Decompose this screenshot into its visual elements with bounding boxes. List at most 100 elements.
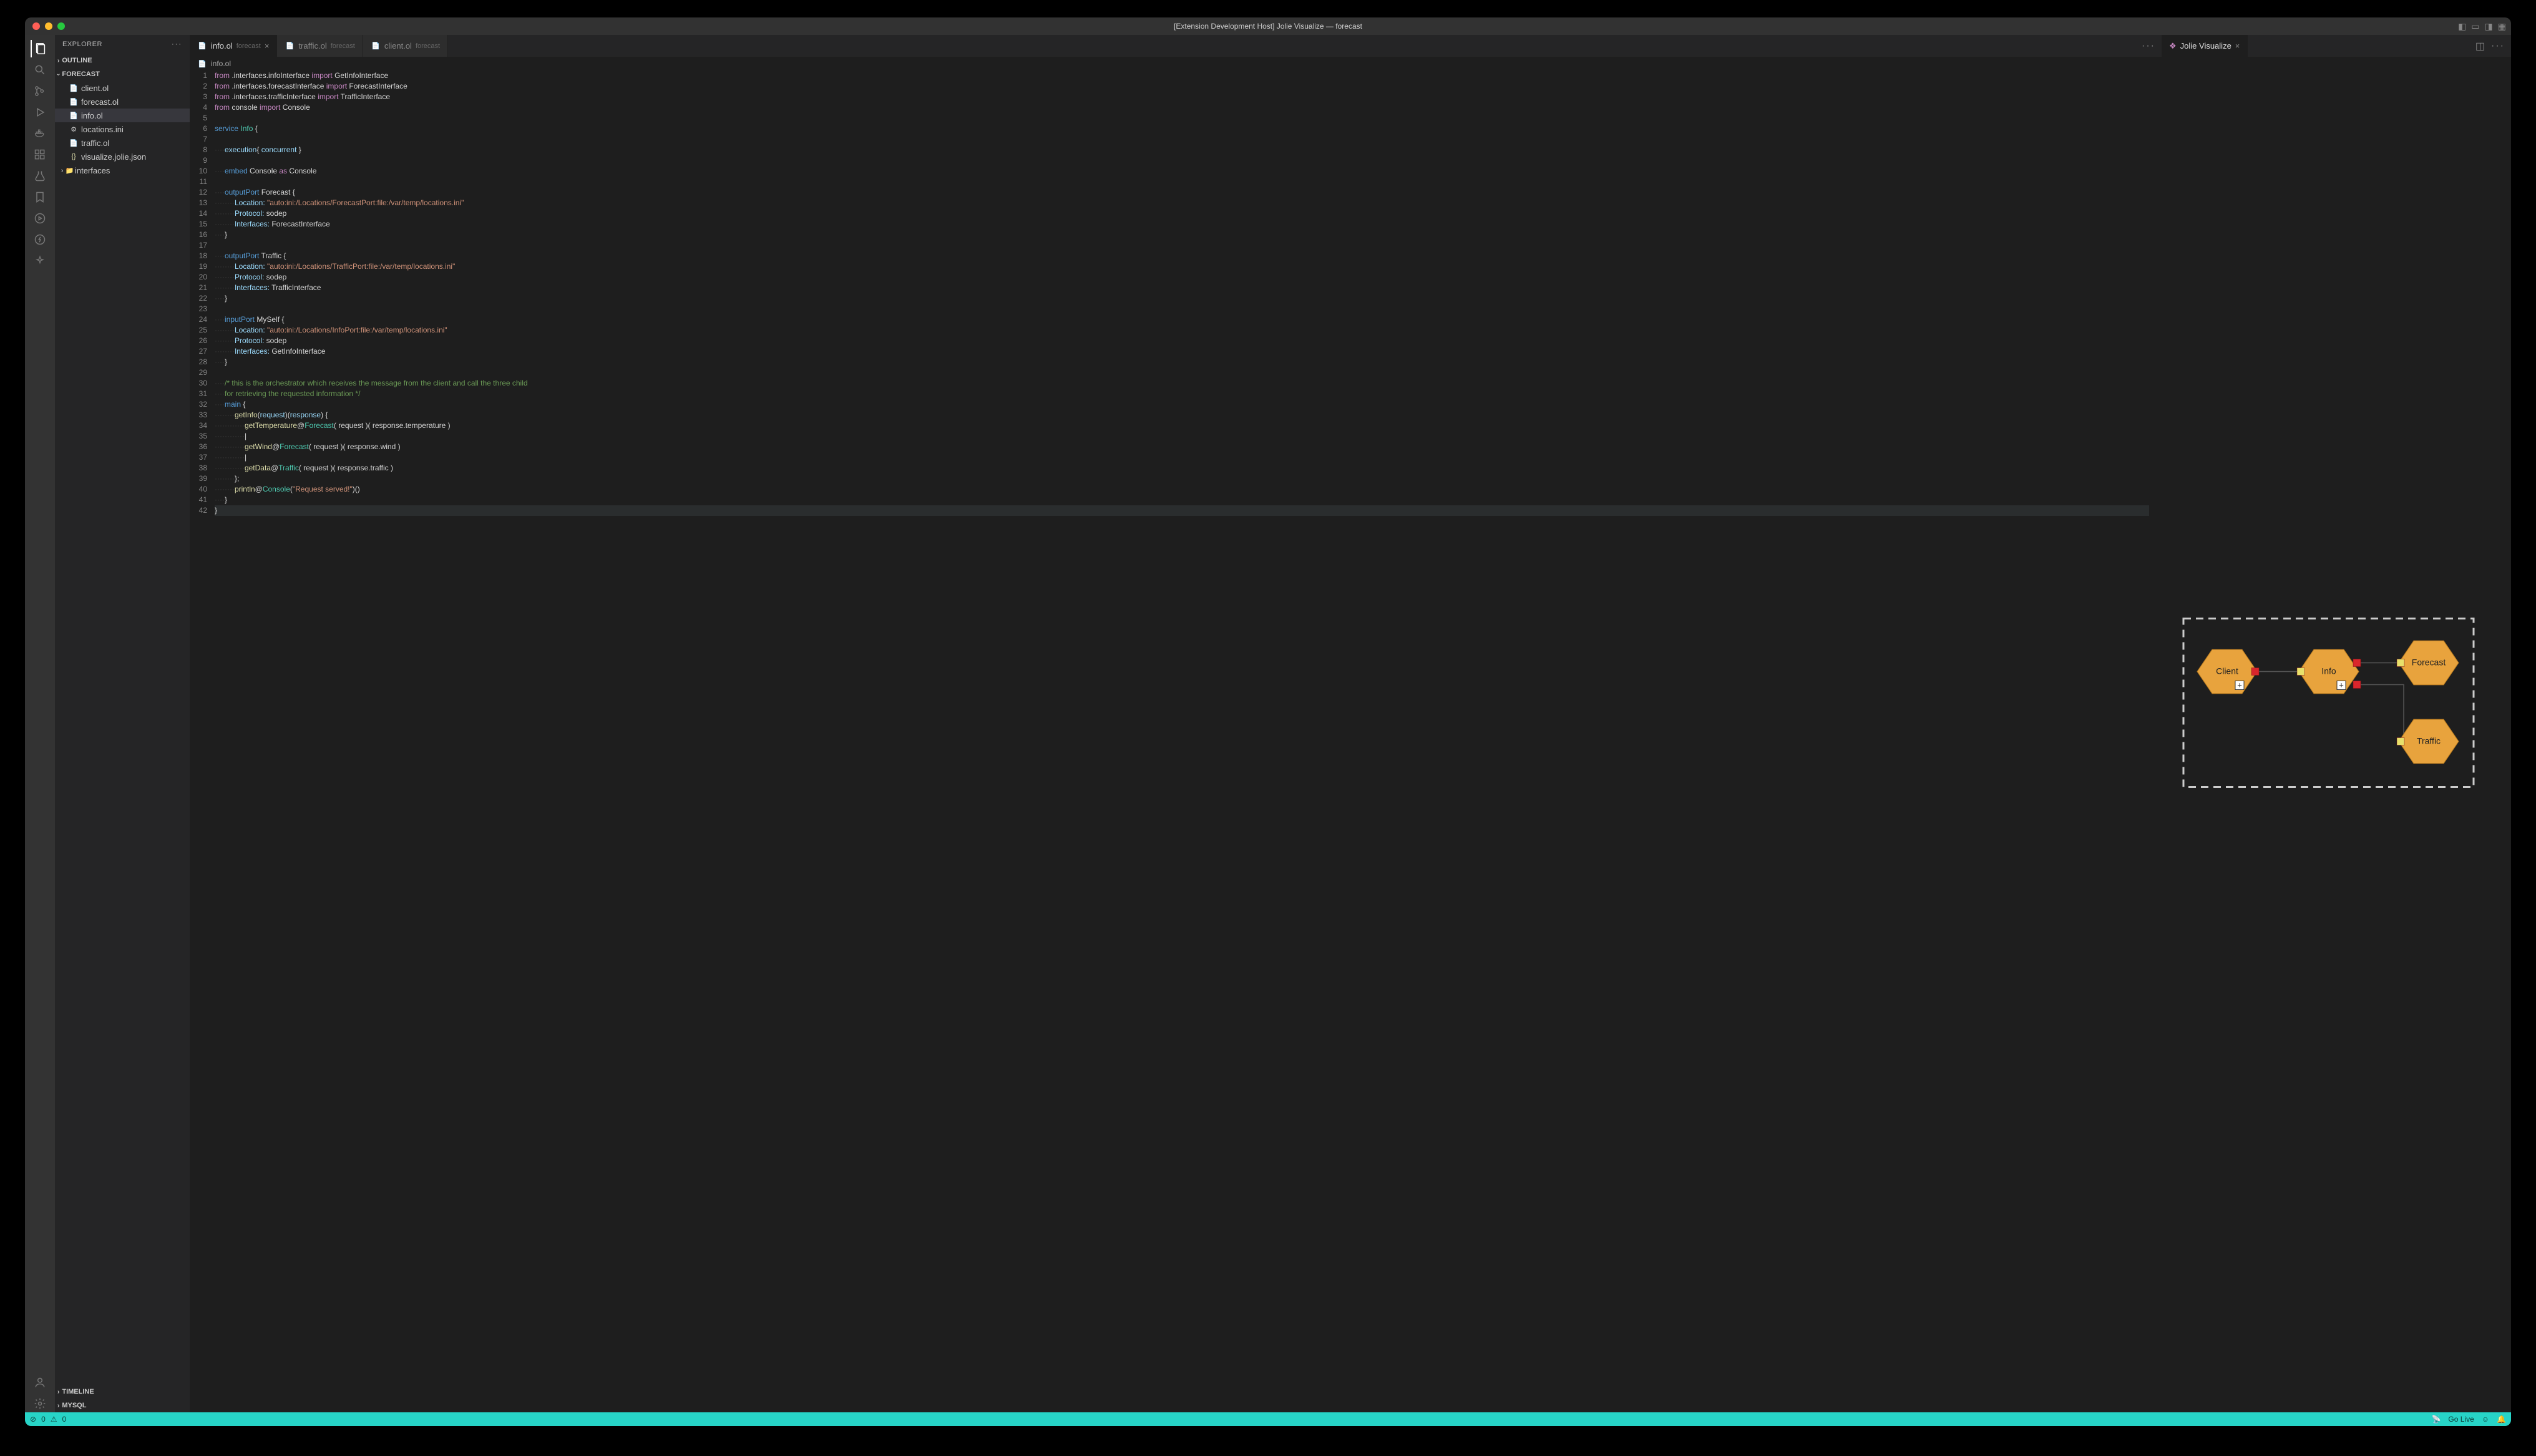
errors-icon[interactable]: ⊘ xyxy=(30,1415,36,1424)
breadcrumb-file: info.ol xyxy=(211,59,231,68)
svg-text:Traffic: Traffic xyxy=(2417,736,2441,746)
toggle-secondary-sidebar-icon[interactable]: ◨ xyxy=(2485,21,2493,32)
docker-icon[interactable] xyxy=(31,125,49,142)
close-icon[interactable]: × xyxy=(265,41,270,51)
jolie-icon: ❖ xyxy=(2169,41,2177,51)
mysql-section-header[interactable]: › MYSQL xyxy=(55,1399,190,1412)
tab-detail: forecast xyxy=(237,42,261,50)
svg-text:Client: Client xyxy=(2216,666,2238,676)
file-name: client.ol xyxy=(81,84,109,93)
code-content[interactable]: from .interfaces.infoInterface import Ge… xyxy=(215,70,2162,1412)
bell-icon[interactable]: 🔔 xyxy=(2497,1415,2506,1424)
file-name: locations.ini xyxy=(81,125,124,134)
panel-actions: ◫ ··· xyxy=(2469,35,2511,57)
file-icon: 📄 xyxy=(69,97,79,107)
file-item[interactable]: {}visualize.jolie.json xyxy=(55,150,190,163)
file-icon: 📄 xyxy=(197,59,207,69)
activity-bar xyxy=(25,35,55,1412)
timeline-label: TIMELINE xyxy=(62,1388,94,1395)
split-editor-icon[interactable]: ◫ xyxy=(2475,40,2485,52)
file-icon: 📄 xyxy=(197,41,207,51)
run-debug-icon[interactable] xyxy=(31,104,49,121)
file-item[interactable]: 📄info.ol xyxy=(55,109,190,122)
file-name: forecast.ol xyxy=(81,97,119,107)
line-number-gutter: 1234567891011121314151617181920212223242… xyxy=(190,70,215,1412)
search-icon[interactable] xyxy=(31,61,49,79)
source-control-icon[interactable] xyxy=(31,82,49,100)
tab-label: client.ol xyxy=(384,41,412,51)
tab-label: traffic.ol xyxy=(298,41,326,51)
outline-label: OUTLINE xyxy=(62,57,92,64)
thunder-icon[interactable] xyxy=(31,231,49,248)
explorer-icon[interactable] xyxy=(31,40,48,57)
explorer-more-icon[interactable]: ··· xyxy=(172,41,182,48)
toggle-primary-sidebar-icon[interactable]: ◧ xyxy=(2458,21,2466,32)
timeline-section-header[interactable]: › TIMELINE xyxy=(55,1385,190,1399)
folder-icon: › 📁 xyxy=(62,165,72,175)
file-tree: 📄client.ol📄forecast.ol📄info.ol⚙locations… xyxy=(55,81,190,1385)
customize-layout-icon[interactable]: ▦ xyxy=(2498,21,2506,32)
file-name: traffic.ol xyxy=(81,138,109,148)
testing-icon[interactable] xyxy=(31,167,49,185)
feedback-icon[interactable]: ☺ xyxy=(2482,1415,2489,1424)
tab-label: info.ol xyxy=(211,41,233,51)
folder-item[interactable]: › 📁interfaces xyxy=(55,163,190,177)
accounts-icon[interactable] xyxy=(31,1374,49,1391)
errors-count[interactable]: 0 xyxy=(41,1415,46,1424)
tab-detail: forecast xyxy=(331,42,355,50)
file-icon: 📄 xyxy=(69,138,79,148)
svg-text:Forecast: Forecast xyxy=(2412,658,2446,667)
tab-detail: forecast xyxy=(416,42,440,50)
chevron-right-icon: › xyxy=(57,1389,59,1395)
editor-tab[interactable]: 📄 client.ol forecast xyxy=(363,35,448,57)
diagram-canvas[interactable]: Client+Info+ForecastTraffic xyxy=(2162,57,2511,1412)
folder-label: FORECAST xyxy=(62,70,100,78)
editor-actions: ··· xyxy=(2135,35,2162,57)
file-icon: 📄 xyxy=(371,41,381,51)
explorer-header: EXPLORER ··· xyxy=(55,35,190,54)
panel-tab-jolie-visualize[interactable]: ❖ Jolie Visualize × xyxy=(2162,35,2248,57)
broadcast-icon[interactable]: 📡 xyxy=(2431,1415,2441,1424)
editor-tab[interactable]: 📄 traffic.ol forecast xyxy=(277,35,363,57)
live-share-icon[interactable] xyxy=(31,210,49,227)
explorer-title: EXPLORER xyxy=(62,41,102,48)
breadcrumb[interactable]: 📄 info.ol xyxy=(190,57,2162,70)
file-item[interactable]: 📄client.ol xyxy=(55,81,190,95)
chevron-right-icon: › xyxy=(57,57,59,64)
chevron-right-icon: › xyxy=(57,1402,59,1409)
explorer-sidebar: EXPLORER ··· › OUTLINE › FORECAST 📄clien… xyxy=(55,35,190,1412)
mysql-label: MYSQL xyxy=(62,1402,86,1409)
code-editor[interactable]: 1234567891011121314151617181920212223242… xyxy=(190,70,2162,1412)
settings-icon[interactable] xyxy=(31,1395,49,1412)
file-item[interactable]: 📄traffic.ol xyxy=(55,136,190,150)
chevron-down-icon: › xyxy=(55,73,62,75)
jolie-visualize-panel: ❖ Jolie Visualize × ◫ ··· Client+Info+Fo… xyxy=(2162,35,2511,1412)
go-live-button[interactable]: Go Live xyxy=(2448,1415,2474,1424)
close-icon[interactable]: × xyxy=(2235,41,2240,51)
panel-tabs: ❖ Jolie Visualize × ◫ ··· xyxy=(2162,35,2511,57)
more-actions-icon[interactable]: ··· xyxy=(2491,41,2505,52)
file-item[interactable]: ⚙locations.ini xyxy=(55,122,190,136)
warnings-count[interactable]: 0 xyxy=(62,1415,67,1424)
outline-section-header[interactable]: › OUTLINE xyxy=(55,54,190,67)
svg-text:+: + xyxy=(2237,681,2242,690)
toggle-panel-icon[interactable]: ▭ xyxy=(2471,21,2479,32)
status-bar: ⊘ 0 ⚠ 0 📡 Go Live ☺ 🔔 xyxy=(25,1412,2511,1426)
warnings-icon[interactable]: ⚠ xyxy=(51,1415,57,1424)
app-window: [Extension Development Host] Jolie Visua… xyxy=(25,17,2511,1426)
panel-tab-label: Jolie Visualize xyxy=(2180,41,2231,51)
bookmarks-icon[interactable] xyxy=(31,188,49,206)
file-item[interactable]: 📄forecast.ol xyxy=(55,95,190,109)
editor-tabs: 📄 info.ol forecast ×📄 traffic.ol forecas… xyxy=(190,35,2162,57)
titlebar-layout-controls: ◧ ▭ ◨ ▦ xyxy=(2458,21,2506,32)
file-name: info.ol xyxy=(81,111,103,120)
extensions-icon[interactable] xyxy=(31,146,49,163)
more-actions-icon[interactable]: ··· xyxy=(2142,41,2155,52)
file-icon: 📄 xyxy=(69,110,79,120)
editor-tab[interactable]: 📄 info.ol forecast × xyxy=(190,35,277,57)
titlebar: [Extension Development Host] Jolie Visua… xyxy=(25,17,2511,35)
file-icon: 📄 xyxy=(285,41,295,51)
folder-section-header[interactable]: › FORECAST xyxy=(55,67,190,81)
sparkle-icon[interactable] xyxy=(31,252,49,269)
gear-icon: ⚙ xyxy=(69,124,79,134)
